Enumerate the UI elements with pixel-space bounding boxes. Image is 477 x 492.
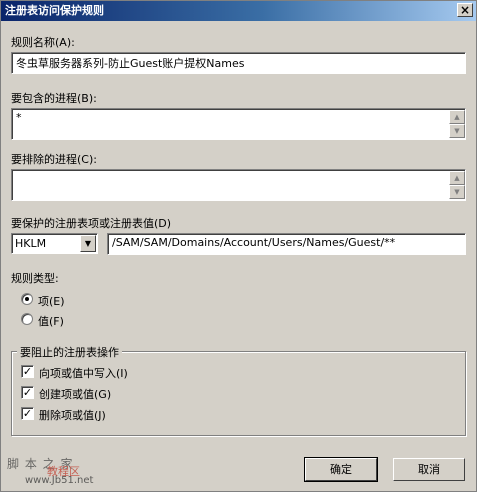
scroll-down-icon[interactable]: ▼	[449, 185, 465, 199]
delete-checkbox[interactable]: ✓	[21, 407, 34, 420]
watermark-line-3: www.Jb51.net	[25, 475, 94, 486]
create-checkbox-label[interactable]: 创建项或值(G)	[39, 386, 111, 402]
registry-path-input[interactable]: /SAM/SAM/Domains/Account/Users/Names/Gue…	[107, 233, 466, 255]
include-process-input[interactable]: *	[11, 108, 466, 140]
exclude-process-input[interactable]	[11, 169, 466, 201]
close-icon[interactable]: ×	[457, 3, 473, 17]
scroll-down-icon[interactable]: ▼	[449, 124, 465, 138]
exclude-process-label: 要排除的进程(C):	[11, 153, 97, 166]
rule-type-value-radio[interactable]	[21, 313, 33, 325]
cancel-button[interactable]: 取消	[393, 458, 465, 481]
scroll-up-icon[interactable]: ▲	[449, 110, 465, 124]
delete-checkbox-label[interactable]: 删除项或值(J)	[39, 407, 106, 423]
scroll-up-icon[interactable]: ▲	[449, 171, 465, 185]
window-title: 注册表访问保护规则	[5, 4, 104, 17]
rule-name-label: 规则名称(A):	[11, 36, 75, 49]
write-checkbox[interactable]: ✓	[21, 365, 34, 378]
operations-group-title: 要阻止的注册表操作	[17, 344, 122, 360]
ok-button[interactable]: 确定	[304, 457, 378, 482]
hive-select[interactable]: HKLM ▼	[11, 233, 98, 254]
exclude-process-scrollbar[interactable]: ▲ ▼	[449, 171, 465, 199]
write-checkbox-label[interactable]: 向项或值中写入(I)	[39, 365, 128, 381]
chevron-down-icon[interactable]: ▼	[80, 235, 96, 252]
include-process-scrollbar[interactable]: ▲ ▼	[449, 110, 465, 138]
rule-type-label: 规则类型:	[11, 272, 59, 285]
rule-type-key-label[interactable]: 项(E)	[38, 293, 65, 309]
dialog-window: 注册表访问保护规则 × 规则名称(A): 冬虫草服务器系列-防止Guest账户提…	[0, 0, 477, 492]
hive-value: HKLM	[15, 237, 47, 250]
title-bar[interactable]: 注册表访问保护规则 ×	[1, 1, 476, 21]
rule-name-input[interactable]: 冬虫草服务器系列-防止Guest账户提权Names	[11, 52, 466, 74]
site-watermark-logo: 脚 本 之 家 教程区 www.Jb51.net	[3, 453, 113, 491]
create-checkbox[interactable]: ✓	[21, 386, 34, 399]
rule-type-value-label[interactable]: 值(F)	[38, 313, 64, 329]
rule-type-key-radio[interactable]	[21, 293, 33, 305]
include-process-label: 要包含的进程(B):	[11, 92, 97, 105]
registry-label: 要保护的注册表项或注册表值(D)	[11, 217, 172, 230]
